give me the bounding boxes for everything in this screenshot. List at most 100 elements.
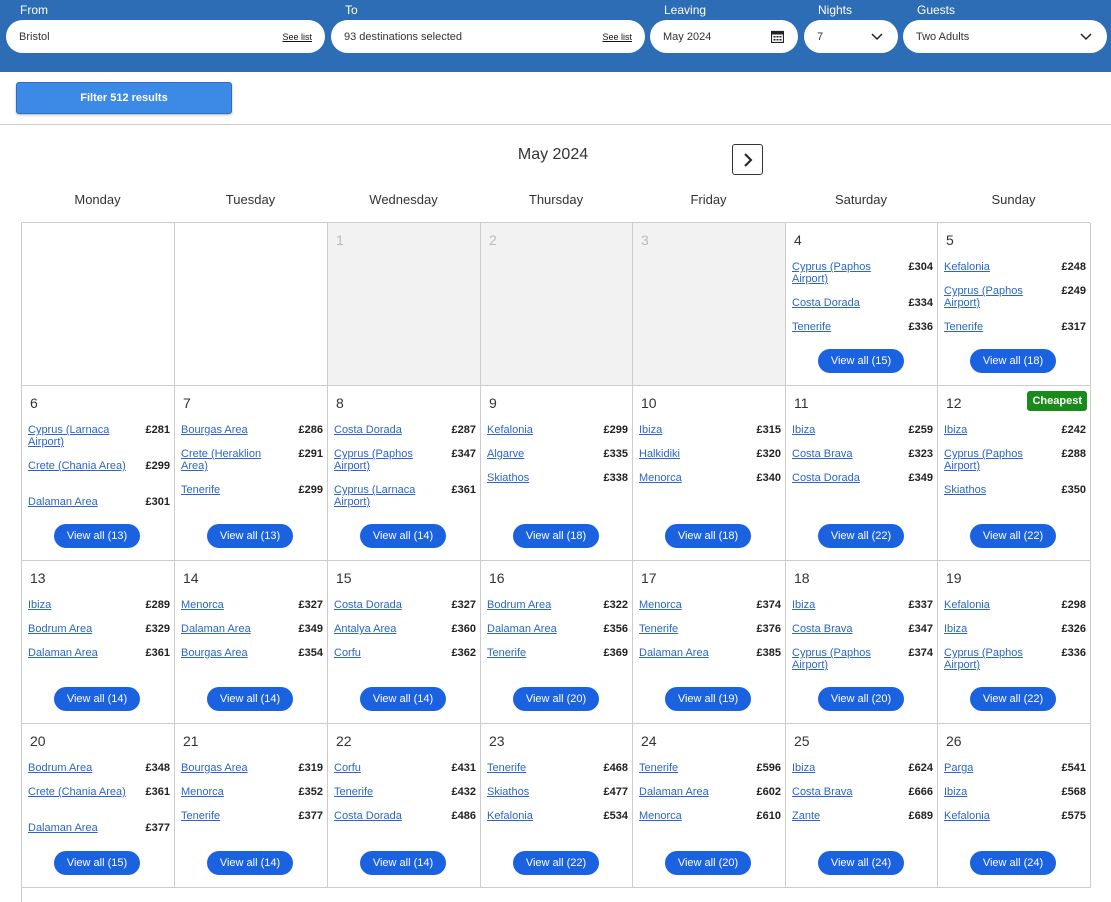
view-all-button[interactable]: View all (14) (207, 687, 293, 711)
to-field[interactable]: 93 destinations selected See list (331, 20, 645, 53)
destination-link[interactable]: Parga (944, 762, 973, 774)
view-all-button[interactable]: View all (22) (970, 687, 1056, 711)
destination-link[interactable]: Tenerife (487, 762, 526, 774)
destination-link[interactable]: Cyprus (Larnaca Airport) (28, 424, 136, 448)
from-field[interactable]: Bristol See list (6, 20, 325, 53)
destination-link[interactable]: Ibiza (639, 424, 662, 436)
guests-select[interactable]: Two Adults (903, 20, 1107, 53)
view-all-button[interactable]: View all (14) (207, 851, 293, 875)
destination-link[interactable]: Algarve (487, 448, 524, 460)
destination-link[interactable]: Ibiza (792, 762, 815, 774)
destination-link[interactable]: Menorca (639, 599, 682, 611)
destination-link[interactable]: Skiathos (487, 472, 529, 484)
nights-select[interactable]: 7 (804, 20, 898, 53)
destination-link[interactable]: Cyprus (Paphos Airport) (944, 448, 1052, 472)
destination-link[interactable]: Zante (792, 810, 820, 822)
destination-link[interactable]: Kefalonia (944, 261, 990, 273)
destination-link[interactable]: Bodrum Area (28, 762, 92, 774)
destination-link[interactable]: Corfu (334, 762, 361, 774)
destination-link[interactable]: Dalaman Area (28, 822, 98, 834)
destination-link[interactable]: Tenerife (792, 321, 831, 333)
destination-link[interactable]: Cyprus (Paphos Airport) (792, 261, 900, 285)
destination-link[interactable]: Ibiza (944, 424, 967, 436)
destination-link[interactable]: Crete (Chania Area) (28, 460, 126, 472)
view-all-button[interactable]: View all (15) (54, 851, 140, 875)
view-all-button[interactable]: View all (20) (513, 687, 599, 711)
destination-link[interactable]: Tenerife (639, 623, 678, 635)
destination-link[interactable]: Costa Dorada (334, 424, 402, 436)
view-all-button[interactable]: View all (24) (818, 851, 904, 875)
destination-link[interactable]: Crete (Heraklion Area) (181, 448, 289, 472)
destination-link[interactable]: Costa Brava (792, 786, 853, 798)
from-see-list-link[interactable]: See list (282, 32, 312, 42)
destination-link[interactable]: Tenerife (334, 786, 373, 798)
destination-link[interactable]: Corfu (334, 647, 361, 659)
calendar-icon[interactable] (769, 29, 785, 45)
to-see-list-link[interactable]: See list (602, 32, 632, 42)
destination-link[interactable]: Antalya Area (334, 623, 396, 635)
destination-link[interactable]: Skiathos (944, 484, 986, 496)
destination-link[interactable]: Dalaman Area (639, 647, 709, 659)
view-all-button[interactable]: View all (18) (970, 349, 1056, 373)
destination-link[interactable]: Tenerife (944, 321, 983, 333)
destination-link[interactable]: Menorca (181, 599, 224, 611)
destination-link[interactable]: Kefalonia (487, 424, 533, 436)
view-all-button[interactable]: View all (13) (207, 524, 293, 548)
destination-link[interactable]: Costa Brava (792, 623, 853, 635)
destination-link[interactable]: Ibiza (792, 424, 815, 436)
destination-link[interactable]: Tenerife (487, 647, 526, 659)
destination-link[interactable]: Bodrum Area (28, 623, 92, 635)
destination-link[interactable]: Bourgas Area (181, 647, 248, 659)
view-all-button[interactable]: View all (24) (970, 851, 1056, 875)
destination-link[interactable]: Costa Dorada (792, 297, 860, 309)
destination-link[interactable]: Tenerife (181, 810, 220, 822)
destination-link[interactable]: Crete (Chania Area) (28, 786, 126, 798)
destination-link[interactable]: Tenerife (639, 762, 678, 774)
destination-link[interactable]: Skiathos (487, 786, 529, 798)
view-all-button[interactable]: View all (15) (818, 349, 904, 373)
view-all-button[interactable]: View all (14) (360, 687, 446, 711)
view-all-button[interactable]: View all (18) (513, 524, 599, 548)
view-all-button[interactable]: View all (22) (818, 524, 904, 548)
destination-link[interactable]: Bourgas Area (181, 424, 248, 436)
destination-link[interactable]: Ibiza (28, 599, 51, 611)
leaving-field[interactable]: May 2024 (650, 20, 798, 53)
view-all-button[interactable]: View all (20) (818, 687, 904, 711)
destination-link[interactable]: Kefalonia (944, 810, 990, 822)
view-all-button[interactable]: View all (19) (665, 687, 751, 711)
destination-link[interactable]: Tenerife (181, 484, 220, 496)
destination-link[interactable]: Ibiza (944, 623, 967, 635)
destination-link[interactable]: Dalaman Area (28, 647, 98, 659)
destination-link[interactable]: Menorca (181, 786, 224, 798)
destination-link[interactable]: Kefalonia (944, 599, 990, 611)
destination-link[interactable]: Cyprus (Larnaca Airport) (334, 484, 442, 508)
destination-link[interactable]: Cyprus (Paphos Airport) (334, 448, 442, 472)
view-all-button[interactable]: View all (22) (513, 851, 599, 875)
filter-results-button[interactable]: Filter 512 results (16, 82, 232, 114)
destination-link[interactable]: Halkidiki (639, 448, 680, 460)
destination-link[interactable]: Menorca (639, 810, 682, 822)
view-all-button[interactable]: View all (18) (665, 524, 751, 548)
destination-link[interactable]: Ibiza (792, 599, 815, 611)
view-all-button[interactable]: View all (14) (360, 851, 446, 875)
destination-link[interactable]: Menorca (639, 472, 682, 484)
destination-link[interactable]: Dalaman Area (181, 623, 251, 635)
destination-link[interactable]: Costa Dorada (792, 472, 860, 484)
destination-link[interactable]: Kefalonia (487, 810, 533, 822)
destination-link[interactable]: Costa Dorada (334, 810, 402, 822)
destination-link[interactable]: Costa Brava (792, 448, 853, 460)
destination-link[interactable]: Bodrum Area (487, 599, 551, 611)
view-all-button[interactable]: View all (14) (54, 687, 140, 711)
view-all-button[interactable]: View all (13) (54, 524, 140, 548)
destination-link[interactable]: Dalaman Area (639, 786, 709, 798)
view-all-button[interactable]: View all (22) (970, 524, 1056, 548)
view-all-button[interactable]: View all (14) (360, 524, 446, 548)
next-month-button[interactable] (732, 144, 763, 175)
destination-link[interactable]: Cyprus (Paphos Airport) (944, 647, 1052, 671)
destination-link[interactable]: Dalaman Area (28, 496, 98, 508)
destination-link[interactable]: Ibiza (944, 786, 967, 798)
destination-link[interactable]: Bourgas Area (181, 762, 248, 774)
destination-link[interactable]: Dalaman Area (487, 623, 557, 635)
destination-link[interactable]: Cyprus (Paphos Airport) (944, 285, 1052, 309)
view-all-button[interactable]: View all (20) (665, 851, 751, 875)
